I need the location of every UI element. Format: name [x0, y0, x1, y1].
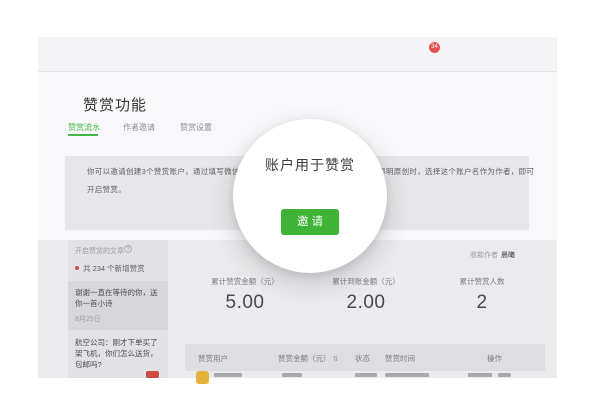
- table-row-operation-text-clipped: [498, 373, 511, 377]
- table-row-operation-text-clipped: [468, 373, 492, 377]
- tab-reward-records[interactable]: 赞赏流水: [68, 122, 100, 133]
- active-tab-underline: [68, 134, 98, 136]
- payee-label: 收款作者: [470, 250, 498, 260]
- article-item-new-badge: [146, 371, 159, 378]
- column-status: 状态: [355, 353, 370, 364]
- stat-value: 2.00: [316, 292, 416, 314]
- notification-badge: 34: [429, 42, 440, 53]
- tab-reward-settings[interactable]: 赞赏设置: [180, 122, 212, 133]
- stat-label: 累计赞赏金额（元）: [195, 276, 295, 287]
- stat-label: 累计赞赏人数: [432, 276, 532, 287]
- stat-total-reward-people: 累计赞赏人数 2: [432, 276, 532, 314]
- article-panel-header: 开启赞赏的文章: [75, 246, 124, 256]
- stat-label: 累计到账金额（元）: [316, 276, 416, 287]
- payee-name-select[interactable]: 晨曦: [501, 250, 515, 260]
- invite-button[interactable]: 邀请: [281, 209, 339, 235]
- table-row-time-text-clipped: [385, 373, 429, 377]
- article-item-date: 8月25日: [75, 314, 101, 324]
- magnifier-highlight-circle: 账户用于赞赏 邀请: [233, 119, 387, 273]
- column-reward-user: 赞赏用户: [198, 353, 228, 364]
- column-reward-amount-label: 赞赏金额（元）: [278, 354, 331, 363]
- table-row-user-avatar: [196, 371, 209, 384]
- stat-total-reward-amount: 累计赞赏金额（元） 5.00: [195, 276, 295, 314]
- table-row-status-text-clipped: [355, 373, 377, 377]
- article-item-title[interactable]: 航空公司：刚才下单买了架飞机，你们怎么送货，包邮吗?: [75, 337, 163, 370]
- column-operations: 操作: [487, 353, 502, 364]
- tab-author-invite[interactable]: 作者邀请: [123, 122, 155, 133]
- column-reward-time: 赞赏时间: [385, 353, 415, 364]
- article-item-title[interactable]: 谢谢一直在等待的你，送你一首小诗: [75, 287, 163, 309]
- column-reward-amount[interactable]: 赞赏金额（元） ⇅: [278, 353, 338, 364]
- sort-icon[interactable]: ⇅: [333, 356, 339, 363]
- table-row-user-text-clipped: [214, 373, 242, 377]
- magnified-notice-text: 账户用于赞赏: [233, 155, 387, 175]
- new-reward-count: 共 234 个新增赞赏: [83, 263, 145, 274]
- page-title: 赞赏功能: [83, 94, 147, 115]
- stat-total-received-amount: 累计到账金额（元） 2.00: [316, 276, 416, 314]
- notice-text-line2: 开启赞赏。: [87, 184, 126, 195]
- help-question-icon[interactable]: ?: [124, 245, 132, 253]
- screenshot-canvas: 平台 34 每天读一... 订阅号 赞赏功能 赞赏流水 作者邀请 赞赏设置 你可…: [0, 0, 600, 419]
- topbar: [38, 37, 557, 72]
- stat-value: 2: [432, 292, 532, 314]
- new-count-dot: [75, 266, 79, 270]
- stat-value: 5.00: [195, 292, 295, 314]
- table-row-amount-text-clipped: [282, 373, 302, 377]
